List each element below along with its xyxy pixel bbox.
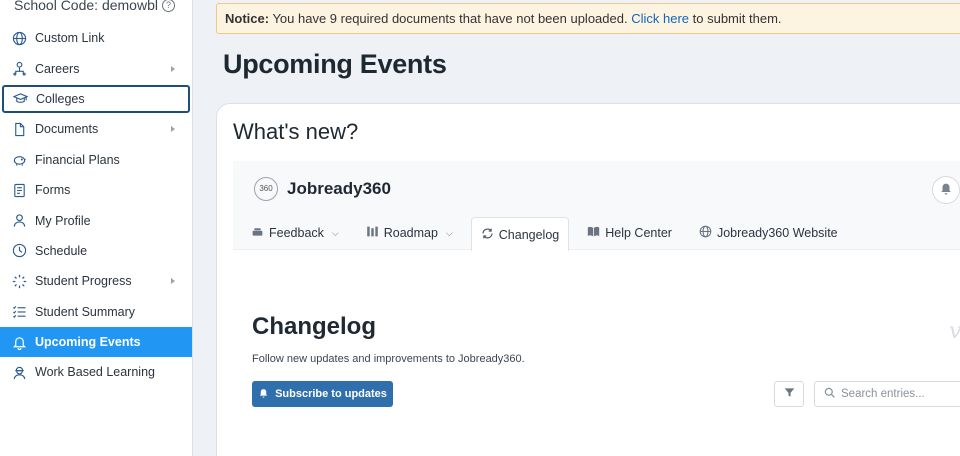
chevron-right-icon: [171, 126, 175, 133]
tab-label: Help Center: [605, 226, 672, 240]
sidebar-item-label: Documents: [35, 122, 99, 137]
brand-name[interactable]: Jobready360: [287, 179, 391, 199]
sidebar-item-label: Financial Plans: [35, 152, 120, 167]
list-icon: [12, 304, 27, 319]
globe-icon: [699, 225, 712, 241]
chevron-right-icon: [171, 278, 175, 285]
sidebar-item-label: Student Summary: [35, 304, 136, 319]
tab-label: Jobready360 Website: [716, 226, 838, 240]
notice-prefix: Notice:: [225, 11, 270, 26]
chevron-right-icon: [171, 65, 175, 72]
sidebar-item-label: Careers: [35, 61, 80, 76]
megaphone-icon: [251, 225, 264, 241]
widget-tabs: Feedback ⌵ Roadmap ⌵ Changelog Help Cent…: [233, 216, 847, 251]
notice-banner: Notice: You have 9 required documents th…: [216, 3, 960, 34]
sidebar-item-custom-link[interactable]: Custom Link: [0, 23, 192, 53]
changelog-subtitle: Follow new updates and improvements to J…: [252, 353, 525, 365]
progress-spinner-icon: [12, 274, 27, 289]
sidebar-item-student-summary[interactable]: Student Summary: [0, 297, 192, 327]
sidebar: School Code: demowbl ? Custom Link Caree…: [0, 0, 193, 456]
changelog-widget: 360 Jobready360 Feedback ⌵ Roadmap ⌵ Cha…: [233, 161, 960, 456]
filter-button[interactable]: [774, 381, 804, 407]
sidebar-item-label: Custom Link: [35, 31, 105, 46]
notice-suffix: to submit them.: [692, 11, 782, 26]
chevron-down-icon: ⌵: [445, 227, 453, 238]
subscribe-button[interactable]: Subscribe to updates: [252, 381, 393, 407]
notifications-button[interactable]: [932, 176, 960, 204]
tab-label: Feedback: [269, 226, 324, 240]
sidebar-item-my-profile[interactable]: My Profile: [0, 205, 192, 235]
sidebar-item-financial-plans[interactable]: Financial Plans: [0, 145, 192, 175]
sidebar-item-documents[interactable]: Documents: [0, 114, 192, 144]
notice-message: You have 9 required documents that have …: [272, 11, 628, 26]
sidebar-item-schedule[interactable]: Schedule: [0, 236, 192, 266]
card-heading: What's new?: [233, 119, 359, 144]
piggy-bank-icon: [12, 152, 27, 167]
sidebar-item-careers[interactable]: Careers: [0, 53, 192, 83]
decorative-mark: v: [949, 319, 960, 344]
graduation-cap-icon: [13, 91, 28, 106]
tab-roadmap[interactable]: Roadmap ⌵: [357, 217, 462, 249]
school-code: School Code: demowbl ?: [14, 0, 175, 13]
tab-website[interactable]: Jobready360 Website: [690, 217, 847, 249]
user-icon: [12, 213, 27, 228]
form-icon: [12, 183, 27, 198]
notice-link[interactable]: Click here: [631, 11, 689, 26]
sidebar-item-label: Upcoming Events: [35, 335, 141, 350]
sidebar-item-forms[interactable]: Forms: [0, 175, 192, 205]
document-icon: [12, 122, 27, 137]
tab-label: Roadmap: [383, 226, 438, 240]
sidebar-item-label: Student Progress: [35, 274, 132, 289]
filter-icon: [784, 385, 795, 403]
sidebar-item-label: Schedule: [35, 243, 88, 258]
school-code-text: School Code: demowbl: [14, 0, 158, 13]
sidebar-item-label: Forms: [35, 183, 71, 198]
person-hierarchy-icon: [12, 61, 27, 76]
page-title: Upcoming Events: [223, 49, 447, 79]
worker-icon: [12, 365, 27, 380]
tab-help-center[interactable]: Help Center: [578, 217, 681, 249]
widget-header: 360 Jobready360 Feedback ⌵ Roadmap ⌵ Cha…: [233, 161, 960, 251]
sidebar-item-student-progress[interactable]: Student Progress: [0, 266, 192, 296]
tab-changelog[interactable]: Changelog: [470, 217, 570, 251]
search-icon: [824, 385, 835, 403]
help-icon[interactable]: ?: [161, 0, 175, 12]
book-icon: [587, 225, 600, 241]
tab-feedback[interactable]: Feedback ⌵: [242, 217, 348, 249]
bell-icon: [258, 387, 269, 401]
sidebar-nav: Custom Link Careers Colleges Documents F…: [0, 23, 192, 388]
refresh-icon: [481, 227, 494, 243]
subscribe-label: Subscribe to updates: [275, 388, 387, 400]
sidebar-item-upcoming-events[interactable]: Upcoming Events: [0, 326, 192, 358]
brand-logo: 360: [254, 177, 278, 201]
clock-icon: [12, 243, 27, 258]
sidebar-item-label: My Profile: [35, 213, 91, 228]
tab-label: Changelog: [498, 227, 560, 242]
sidebar-item-label: Work Based Learning: [35, 365, 155, 380]
sidebar-item-colleges[interactable]: Colleges: [1, 84, 191, 114]
bell-icon: [12, 335, 27, 350]
chevron-down-icon: ⌵: [331, 227, 339, 238]
sidebar-item-work-based-learning[interactable]: Work Based Learning: [0, 357, 192, 387]
search-input[interactable]: [841, 388, 960, 400]
sidebar-item-label: Colleges: [36, 91, 85, 106]
globe-icon: [12, 31, 27, 46]
roadmap-icon: [366, 225, 379, 241]
changelog-title: Changelog: [252, 313, 376, 340]
search-field[interactable]: [814, 381, 960, 407]
bell-icon: [939, 181, 953, 200]
